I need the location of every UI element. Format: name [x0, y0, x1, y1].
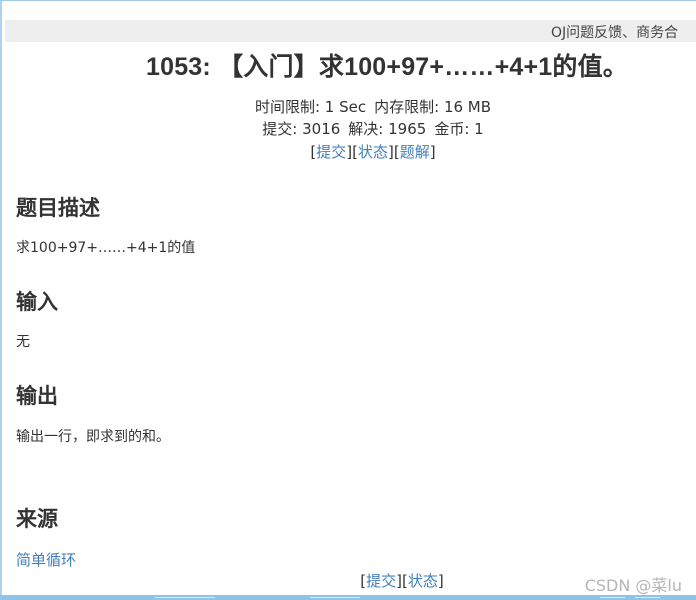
solved-count-label: 解决: — [348, 120, 384, 138]
memory-limit-value: 16 MB — [443, 98, 492, 116]
source-link[interactable]: 简单循环 — [16, 551, 76, 569]
time-limit-label: 时间限制: — [254, 98, 321, 116]
memory-limit-label: 内存限制: — [374, 98, 440, 116]
problem-stats: 提交: 3016 解决: 1965 金币: 1 — [0, 119, 696, 139]
solved-count-value: 1965 — [388, 120, 427, 138]
bottom-status-link[interactable]: 状态 — [408, 572, 438, 590]
input-heading: 输入 — [16, 290, 58, 314]
solution-link[interactable]: 题解 — [400, 143, 430, 161]
time-limit-value: 1 Sec — [324, 98, 367, 116]
description-text: 求100+97+……+4+1的值 — [16, 240, 196, 256]
window-frame-left — [0, 1, 2, 600]
problem-limits: 时间限制: 1 Sec 内存限制: 16 MB — [0, 97, 696, 117]
submit-count-value: 3016 — [302, 120, 341, 138]
submit-count-label: 提交: — [262, 120, 298, 138]
notice-marquee-text[interactable]: OJ问题反馈、商务合 — [551, 22, 678, 42]
status-link[interactable]: 状态 — [358, 143, 388, 161]
coin-label: 金币: — [434, 120, 470, 138]
source-heading: 来源 — [16, 507, 58, 531]
window-frame-bottom — [0, 595, 696, 600]
submit-link[interactable]: 提交 — [316, 143, 346, 161]
output-heading: 输出 — [16, 384, 58, 408]
source-text: 简单循环 — [16, 549, 76, 570]
input-text: 无 — [16, 334, 30, 350]
notice-bar: OJ问题反馈、商务合 — [5, 20, 696, 42]
bottom-submit-link[interactable]: 提交 — [366, 572, 396, 590]
csdn-watermark: CSDN @菜lu — [584, 576, 682, 595]
problem-title: 1053: 【入门】求100+97+……+4+1的值。 — [146, 53, 629, 81]
description-heading: 题目描述 — [16, 196, 100, 220]
coin-value: 1 — [474, 120, 484, 138]
output-text: 输出一行，即求到的和。 — [16, 429, 170, 445]
problem-action-links: [提交][状态][题解] — [310, 143, 436, 161]
